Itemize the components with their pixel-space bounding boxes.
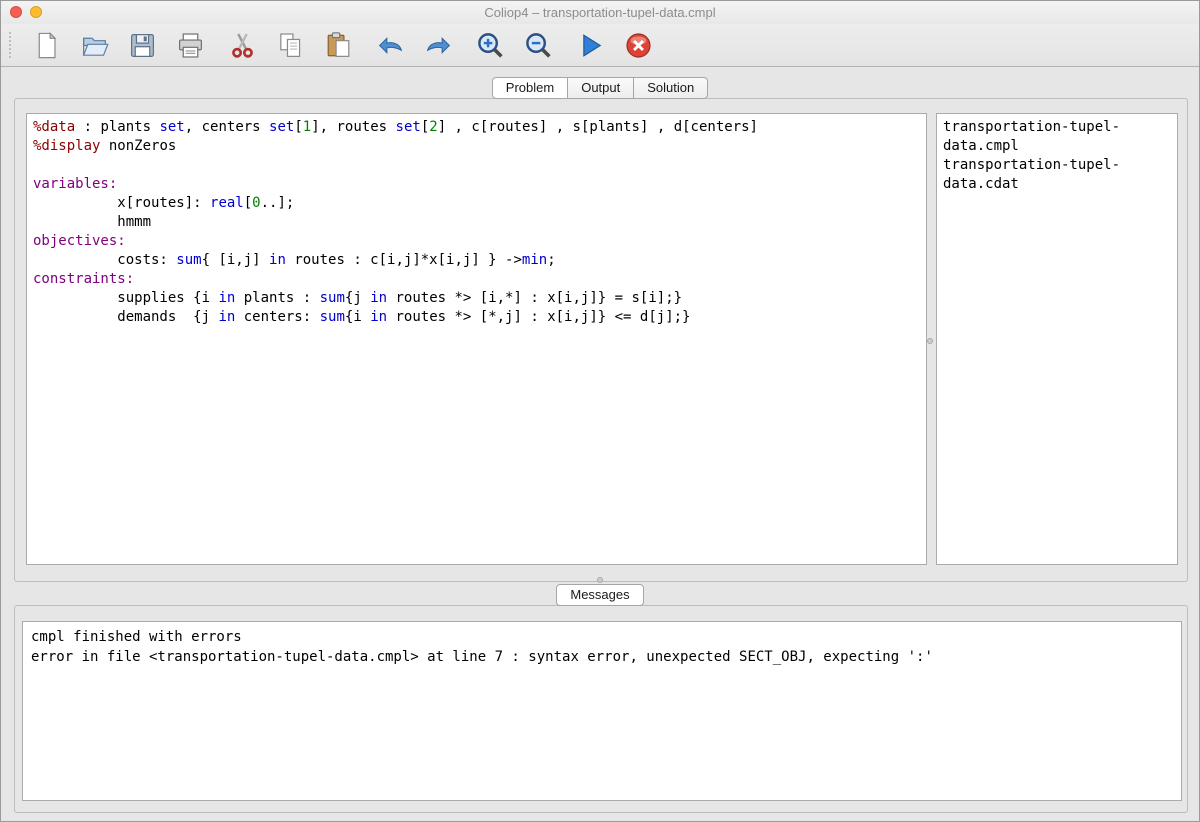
code-line: supplies {i in plants : sum{j in routes … — [33, 289, 920, 308]
run-icon — [576, 31, 605, 60]
code-line: hmmm — [33, 213, 920, 232]
code-line: %data : plants set, centers set[1], rout… — [33, 118, 920, 137]
copy-icon — [276, 31, 305, 60]
file-list-item[interactable]: transportation-tupel-data.cmpl — [943, 118, 1171, 156]
save-file-button[interactable] — [124, 27, 160, 63]
stop-button[interactable] — [620, 27, 656, 63]
code-line: costs: sum{ [i,j] in routes : c[i,j]*x[i… — [33, 251, 920, 270]
new-file-icon — [32, 31, 61, 60]
editor-panel: %data : plants set, centers set[1], rout… — [26, 113, 927, 565]
cut-button[interactable] — [224, 27, 260, 63]
window-title: Coliop4 – transportation-tupel-data.cmpl — [1, 1, 1199, 24]
zoom-in-button[interactable] — [472, 27, 508, 63]
messages-pane: cmpl finished with errorserror in file <… — [14, 605, 1188, 813]
close-button[interactable] — [10, 6, 22, 18]
messages-output[interactable]: cmpl finished with errorserror in file <… — [23, 622, 1181, 673]
toolbar-group — [572, 27, 656, 63]
minimize-button[interactable] — [30, 6, 42, 18]
tab-messages[interactable]: Messages — [556, 584, 643, 606]
zoom-in-icon — [476, 31, 505, 60]
redo-icon — [424, 31, 453, 60]
toolbar — [1, 24, 1199, 67]
stop-icon — [624, 31, 653, 60]
toolbar-grip-handle[interactable] — [9, 32, 12, 58]
code-line: %display nonZeros — [33, 137, 920, 156]
titlebar: Coliop4 – transportation-tupel-data.cmpl — [1, 1, 1199, 24]
code-line: objectives: — [33, 232, 920, 251]
undo-button[interactable] — [372, 27, 408, 63]
traffic-lights — [10, 6, 42, 18]
code-line — [33, 156, 920, 175]
open-file-button[interactable] — [76, 27, 112, 63]
open-file-icon — [80, 31, 109, 60]
undo-icon — [376, 31, 405, 60]
run-button[interactable] — [572, 27, 608, 63]
tab-solution[interactable]: Solution — [634, 77, 708, 99]
code-line: constraints: — [33, 270, 920, 289]
tab-bar: ProblemOutputSolution — [1, 77, 1199, 99]
save-file-icon — [128, 31, 157, 60]
code-line: variables: — [33, 175, 920, 194]
cut-icon — [228, 31, 257, 60]
message-line: cmpl finished with errors — [31, 628, 1173, 648]
file-list-item[interactable]: transportation-tupel-data.cdat — [943, 156, 1171, 194]
toolbar-group — [372, 27, 456, 63]
vertical-splitter-handle[interactable] — [927, 338, 933, 344]
messages-panel: cmpl finished with errorserror in file <… — [22, 621, 1182, 801]
file-list-panel: transportation-tupel-data.cmpltransporta… — [936, 113, 1178, 565]
print-button[interactable] — [172, 27, 208, 63]
message-line: error in file <transportation-tupel-data… — [31, 648, 1173, 668]
tab-output[interactable]: Output — [568, 77, 634, 99]
code-line: demands {j in centers: sum{i in routes *… — [33, 308, 920, 327]
redo-button[interactable] — [420, 27, 456, 63]
file-list: transportation-tupel-data.cmpltransporta… — [937, 114, 1177, 198]
coliop-window: { "titlebar": { "title": "Coliop4 – tran… — [0, 0, 1200, 822]
paste-icon — [324, 31, 353, 60]
paste-button[interactable] — [320, 27, 356, 63]
copy-button[interactable] — [272, 27, 308, 63]
code-line: x[routes]: real[0..]; — [33, 194, 920, 213]
toolbar-group — [28, 27, 208, 63]
toolbar-group — [472, 27, 556, 63]
zoom-out-icon — [524, 31, 553, 60]
horizontal-splitter-handle[interactable] — [597, 577, 603, 583]
zoom-out-button[interactable] — [520, 27, 556, 63]
tab-problem[interactable]: Problem — [492, 77, 568, 99]
messages-tab-bar: Messages — [1, 584, 1199, 606]
print-icon — [176, 31, 205, 60]
toolbar-group — [224, 27, 356, 63]
code-editor[interactable]: %data : plants set, centers set[1], rout… — [27, 114, 926, 331]
new-file-button[interactable] — [28, 27, 64, 63]
problem-pane: %data : plants set, centers set[1], rout… — [14, 98, 1188, 582]
